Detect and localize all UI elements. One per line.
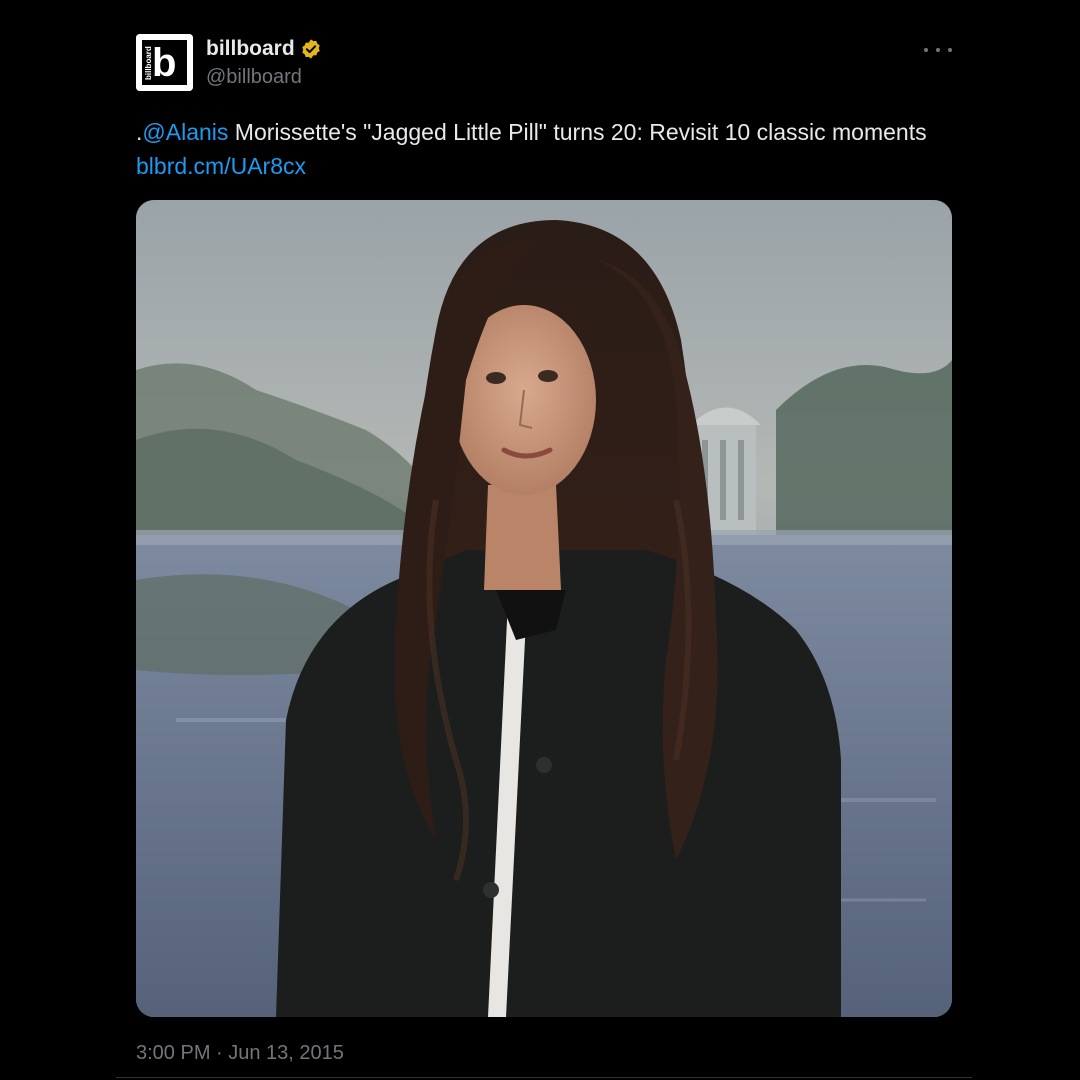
more-dot [948, 48, 952, 52]
avatar[interactable]: b billboard [136, 34, 193, 91]
mention-link[interactable]: @Alanis [142, 119, 228, 145]
name-row: billboard [206, 36, 322, 62]
tweet-body: Morissette's "Jagged Little Pill" turns … [228, 119, 927, 145]
portrait-photo [136, 200, 952, 1017]
more-dot [936, 48, 940, 52]
tweet-text: .@Alanis Morissette's "Jagged Little Pil… [136, 115, 936, 183]
article-link[interactable]: blbrd.cm/UAr8cx [136, 153, 306, 179]
more-options-button[interactable] [924, 40, 952, 60]
author-display-name[interactable]: billboard [206, 37, 295, 61]
divider [116, 1077, 972, 1078]
author-block: billboard @billboard [206, 36, 322, 89]
tweet-media-image[interactable] [136, 200, 952, 1017]
tweet-timestamp[interactable]: 3:00 PM · Jun 13, 2015 [136, 1042, 344, 1065]
tweet-card: b billboard billboard @billboard .@Alani… [136, 34, 952, 1064]
avatar-letter: b [152, 41, 176, 85]
billboard-logo-icon: b billboard [136, 34, 193, 91]
verified-badge-icon [300, 38, 322, 60]
tweet-header: b billboard billboard @billboard [136, 34, 952, 94]
author-handle[interactable]: @billboard [206, 66, 322, 89]
more-dot [924, 48, 928, 52]
avatar-side-text: billboard [144, 46, 153, 80]
